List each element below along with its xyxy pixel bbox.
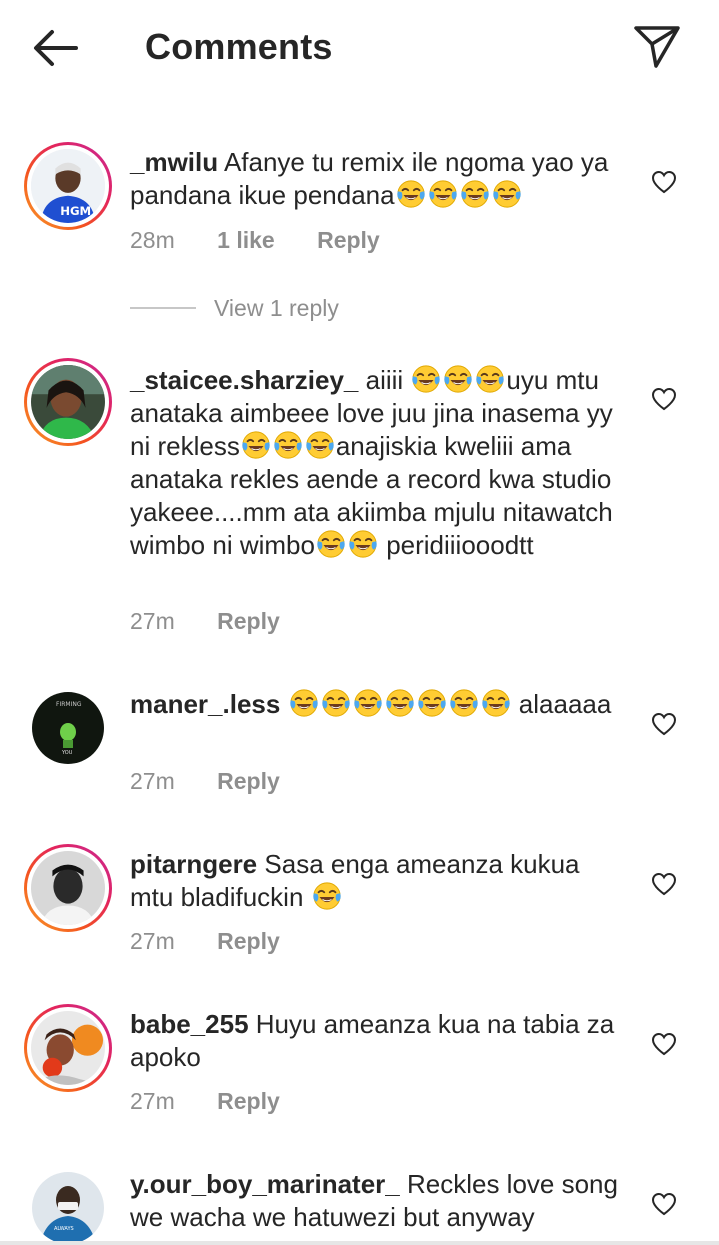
- comment-body: babe_255 Huyu ameanza kua na tabia za ap…: [130, 1008, 630, 1074]
- comment-timestamp: 27m: [130, 768, 175, 794]
- divider: [130, 307, 196, 309]
- comment-body: pitarngere Sasa enga ameanza kukua mtu b…: [130, 848, 630, 914]
- avatar[interactable]: ALWAYS: [24, 1164, 112, 1245]
- joy-emoji-icon: [353, 688, 383, 718]
- joy-emoji-icon: [475, 364, 505, 394]
- like-count[interactable]: 1 like: [217, 227, 275, 253]
- comment-timestamp: 27m: [130, 928, 175, 954]
- joy-emoji-icon: [321, 688, 351, 718]
- top-bar: Comments: [0, 0, 719, 96]
- reply-button[interactable]: Reply: [317, 227, 380, 253]
- svg-text:FIRMING: FIRMING: [56, 701, 82, 708]
- reply-button[interactable]: Reply: [217, 1088, 280, 1114]
- avatar[interactable]: [24, 358, 112, 446]
- view-replies-button[interactable]: View 1 reply: [130, 292, 339, 324]
- reply-button[interactable]: Reply: [217, 928, 280, 954]
- bottom-edge: [0, 1241, 719, 1245]
- comment-username[interactable]: maner_.less: [130, 689, 280, 719]
- comment-body: _mwilu Afanye tu remix ile ngoma yao ya …: [130, 146, 630, 212]
- reply-button[interactable]: Reply: [217, 608, 280, 634]
- joy-emoji-icon: [241, 430, 271, 460]
- comment-meta: 27m Reply: [130, 768, 316, 795]
- back-button[interactable]: [28, 24, 84, 72]
- comment-meta: 27m Reply: [130, 928, 316, 955]
- joy-emoji-icon: [481, 688, 511, 718]
- heart-icon[interactable]: [651, 712, 677, 736]
- joy-emoji-icon: [385, 688, 415, 718]
- joy-emoji-icon: [348, 529, 378, 559]
- comment-timestamp: 27m: [130, 1088, 175, 1114]
- svg-text:YOU: YOU: [61, 750, 73, 756]
- share-button[interactable]: [630, 22, 684, 72]
- heart-icon[interactable]: [651, 1032, 677, 1056]
- joy-emoji-icon: [411, 364, 441, 394]
- joy-emoji-icon: [449, 688, 479, 718]
- svg-text:HGM: HGM: [60, 204, 91, 218]
- comment-body: maner_.less alaaaaa: [130, 688, 630, 721]
- joy-emoji-icon: [460, 179, 490, 209]
- joy-emoji-icon: [289, 688, 319, 718]
- comment-text: peridiiiooodtt: [386, 530, 534, 560]
- comment-meta: 28m 1 like Reply: [130, 227, 416, 254]
- comment-username[interactable]: pitarngere: [130, 849, 257, 879]
- comment-meta: 27m Reply: [130, 1088, 316, 1115]
- svg-text:ALWAYS: ALWAYS: [54, 1226, 74, 1232]
- joy-emoji-icon: [443, 364, 473, 394]
- heart-icon[interactable]: [651, 387, 677, 411]
- comment-timestamp: 28m: [130, 227, 175, 253]
- avatar[interactable]: [24, 844, 112, 932]
- joy-emoji-icon: [305, 430, 335, 460]
- comment-text: alaaaaa: [518, 689, 612, 719]
- heart-icon[interactable]: [651, 872, 677, 896]
- avatar[interactable]: [24, 1004, 112, 1092]
- heart-icon[interactable]: [651, 1192, 677, 1216]
- joy-emoji-icon: [316, 529, 346, 559]
- comment-body: y.our_boy_marinater_ Reckles love song w…: [130, 1168, 630, 1234]
- comment-username[interactable]: _mwilu: [130, 147, 218, 177]
- paper-plane-icon: [634, 26, 680, 68]
- comment-username[interactable]: _staicee.sharziey_: [130, 365, 358, 395]
- joy-emoji-icon: [312, 881, 342, 911]
- comment-meta: 27m Reply: [130, 608, 316, 635]
- arrow-left-icon: [34, 30, 78, 66]
- comment-body: _staicee.sharziey_ aiiii uyu mtu anataka…: [130, 364, 630, 562]
- joy-emoji-icon: [428, 179, 458, 209]
- page-title: Comments: [145, 26, 333, 67]
- comment-username[interactable]: babe_255: [130, 1009, 249, 1039]
- joy-emoji-icon: [417, 688, 447, 718]
- avatar[interactable]: HGM: [24, 142, 112, 230]
- heart-icon[interactable]: [651, 170, 677, 194]
- view-replies-label: View 1 reply: [214, 294, 339, 321]
- comment-text: aiiii: [365, 365, 411, 395]
- comment-timestamp: 27m: [130, 608, 175, 634]
- avatar[interactable]: FIRMING YOU: [24, 684, 112, 772]
- comment-username[interactable]: y.our_boy_marinater_: [130, 1169, 400, 1199]
- joy-emoji-icon: [273, 430, 303, 460]
- joy-emoji-icon: [492, 179, 522, 209]
- joy-emoji-icon: [396, 179, 426, 209]
- reply-button[interactable]: Reply: [217, 768, 280, 794]
